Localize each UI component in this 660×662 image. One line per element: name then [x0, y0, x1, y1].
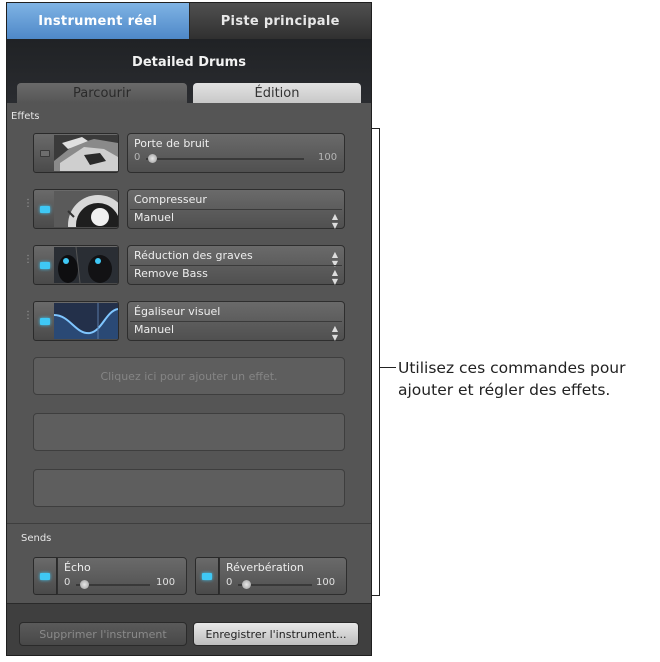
top-tab-bar: Instrument réel Piste principale [7, 3, 371, 39]
effect-name-popup[interactable]: Réduction des graves [134, 249, 253, 262]
track-info-panel: Instrument réel Piste principale Detaile… [6, 2, 372, 656]
empty-effect-slot[interactable] [33, 469, 345, 507]
drag-handle-icon[interactable]: ⋮ [23, 255, 33, 275]
send-reverb-toggle[interactable] [195, 557, 219, 595]
slider-min: 0 [226, 577, 233, 588]
compressor-control: Compresseur Manuel ▲ ▼ [127, 189, 345, 230]
send-led[interactable] [40, 573, 50, 580]
effect-slot-noise-gate: Porte de bruit 0 100 [7, 133, 371, 173]
slider-max: 100 [156, 577, 176, 588]
visual-eq-thumb[interactable] [33, 301, 119, 341]
tab-piste-principale[interactable]: Piste principale [189, 3, 371, 39]
noise-gate-control: Porte de bruit 0 100 [127, 133, 345, 173]
instrument-header: Detailed Drums Parcourir Édition [7, 39, 371, 103]
popup-chevron-icon[interactable]: ▲ ▼ [332, 212, 338, 230]
visual-eq-icon [54, 303, 118, 339]
effect-name: Porte de bruit [134, 137, 210, 150]
compressor-icon [54, 191, 118, 227]
bass-reduction-thumb[interactable] [33, 245, 119, 285]
visual-eq-control: Égaliseur visuel Manuel ▲ ▼ [127, 301, 345, 342]
effect-slot-compressor: ⋮ Compresseur Manuel ▲ ▼ [7, 189, 371, 230]
slider-max: 100 [318, 152, 338, 163]
drag-handle-icon[interactable]: ⋮ [23, 199, 33, 219]
tab-edition[interactable]: Édition [193, 83, 361, 103]
popup-chevron-icon[interactable]: ▲ ▼ [332, 268, 338, 286]
preset-popup[interactable]: Manuel [134, 323, 174, 336]
tab-parcourir[interactable]: Parcourir [17, 83, 187, 103]
drag-handle-icon[interactable]: ⋮ [23, 311, 33, 331]
effect-slot-visual-eq: ⋮ Égaliseur visuel Manuel ▲ ▼ [7, 301, 371, 342]
tab-instrument-reel[interactable]: Instrument réel [7, 3, 190, 39]
callout-bracket [372, 128, 380, 596]
section-divider [7, 523, 371, 524]
send-name: Écho [64, 561, 91, 574]
send-reverb-control: Réverbération 0 100 [219, 557, 347, 595]
send-echo: Écho 0 100 [33, 557, 187, 595]
send-reverb: Réverbération 0 100 [195, 557, 347, 595]
panel-footer: Supprimer l'instrument Enregistrer l'ins… [7, 603, 371, 655]
noise-gate-thumb[interactable] [33, 133, 119, 173]
send-echo-control: Écho 0 100 [57, 557, 187, 595]
slider-max: 100 [316, 577, 336, 588]
send-reverb-slider-knob[interactable] [242, 580, 251, 589]
popup-chevron-icon[interactable]: ▲ ▼ [332, 324, 338, 342]
preset-popup[interactable]: Remove Bass [134, 267, 208, 280]
effect-name: Égaliseur visuel [134, 305, 221, 318]
save-instrument-button[interactable]: Enregistrer l'instrument... [193, 622, 359, 646]
send-led[interactable] [202, 573, 212, 580]
effect-toggle-led[interactable] [40, 262, 50, 269]
effect-slot-bass-reduction: ⋮ Réduction des graves ▲ ▼ Remove Bass ▲ ▼ [7, 245, 371, 286]
effects-section-label: Effets [11, 111, 40, 122]
slider-min: 0 [64, 577, 71, 588]
effect-toggle-led[interactable] [40, 206, 50, 213]
compressor-thumb[interactable] [33, 189, 119, 229]
effect-name: Compresseur [134, 193, 207, 206]
noise-gate-slider[interactable] [146, 158, 304, 160]
empty-effect-slot[interactable] [33, 413, 345, 451]
callout-leader-line [380, 367, 396, 368]
instrument-title: Detailed Drums [132, 55, 246, 70]
send-echo-slider-knob[interactable] [80, 580, 89, 589]
effect-toggle-led[interactable] [40, 150, 50, 157]
send-echo-toggle[interactable] [33, 557, 57, 595]
edit-content: Effets Porte de bruit 0 100 ⋮ Compresseu… [7, 103, 371, 603]
effect-toggle-led[interactable] [40, 318, 50, 325]
delete-instrument-button[interactable]: Supprimer l'instrument [19, 622, 187, 646]
callout-text: Utilisez ces commandes pour ajouter et r… [398, 359, 626, 399]
noise-gate-slider-knob[interactable] [148, 154, 157, 163]
preset-popup[interactable]: Manuel [134, 211, 174, 224]
slider-min: 0 [134, 152, 141, 163]
noise-gate-icon [54, 135, 118, 171]
bass-reduction-icon [54, 247, 118, 283]
sends-section-label: Sends [21, 533, 52, 544]
add-effect-slot[interactable]: Cliquez ici pour ajouter un effet. [33, 357, 345, 395]
bass-reduction-control: Réduction des graves ▲ ▼ Remove Bass ▲ ▼ [127, 245, 345, 286]
send-name: Réverbération [226, 561, 304, 574]
